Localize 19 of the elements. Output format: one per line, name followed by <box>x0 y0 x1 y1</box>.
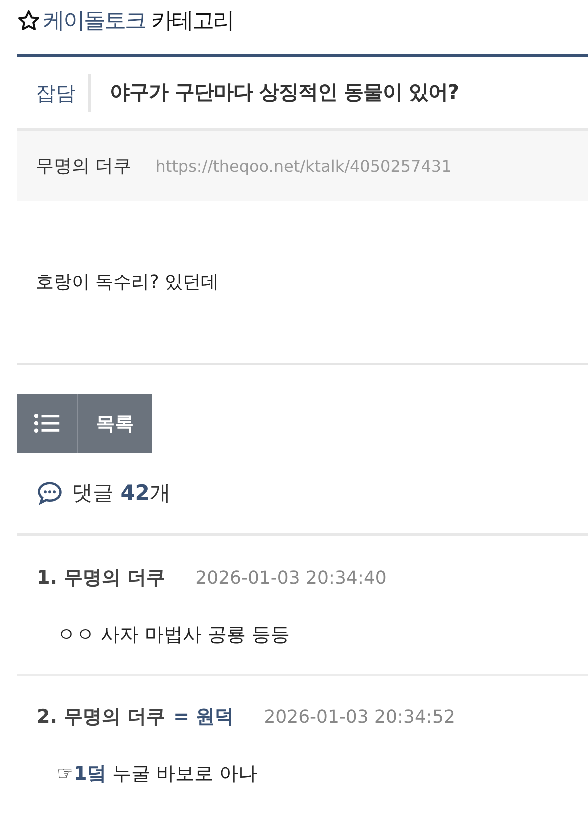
comment-author: 1. 무명의 더쿠 <box>37 566 166 591</box>
post-title: 야구가 구단마다 상징적인 동물이 있어? <box>110 79 459 106</box>
list-icon <box>34 413 60 434</box>
post-link[interactable]: https://theqoo.net/ktalk/4050257431 <box>156 156 452 176</box>
post-author: 무명의 더쿠 <box>36 155 132 178</box>
comment-body: ㅇㅇ 사자 마법사 공룡 등등 <box>57 623 292 648</box>
star-icon[interactable] <box>17 9 41 33</box>
comment-author: 2. 무명의 더쿠 <box>37 705 166 730</box>
comment-count: 댓글 42개 <box>72 480 171 507</box>
comment-date: 2026-01-03 20:34:40 <box>196 568 387 588</box>
post-category: 잡담 <box>36 74 91 112</box>
list-button[interactable]: 목록 <box>17 394 152 453</box>
board-link[interactable]: 케이돌토크 <box>43 6 146 36</box>
post-body: 호랑이 독수리? 있던데 <box>35 271 219 294</box>
comment-icon <box>36 480 64 506</box>
category-label: 카테고리 <box>152 8 234 36</box>
comment-date: 2026-01-03 20:34:52 <box>264 706 456 728</box>
author-tag: = 원덕 <box>174 704 234 730</box>
comment-body: ☞1덬 누굴 바보로 아나 <box>57 762 258 787</box>
